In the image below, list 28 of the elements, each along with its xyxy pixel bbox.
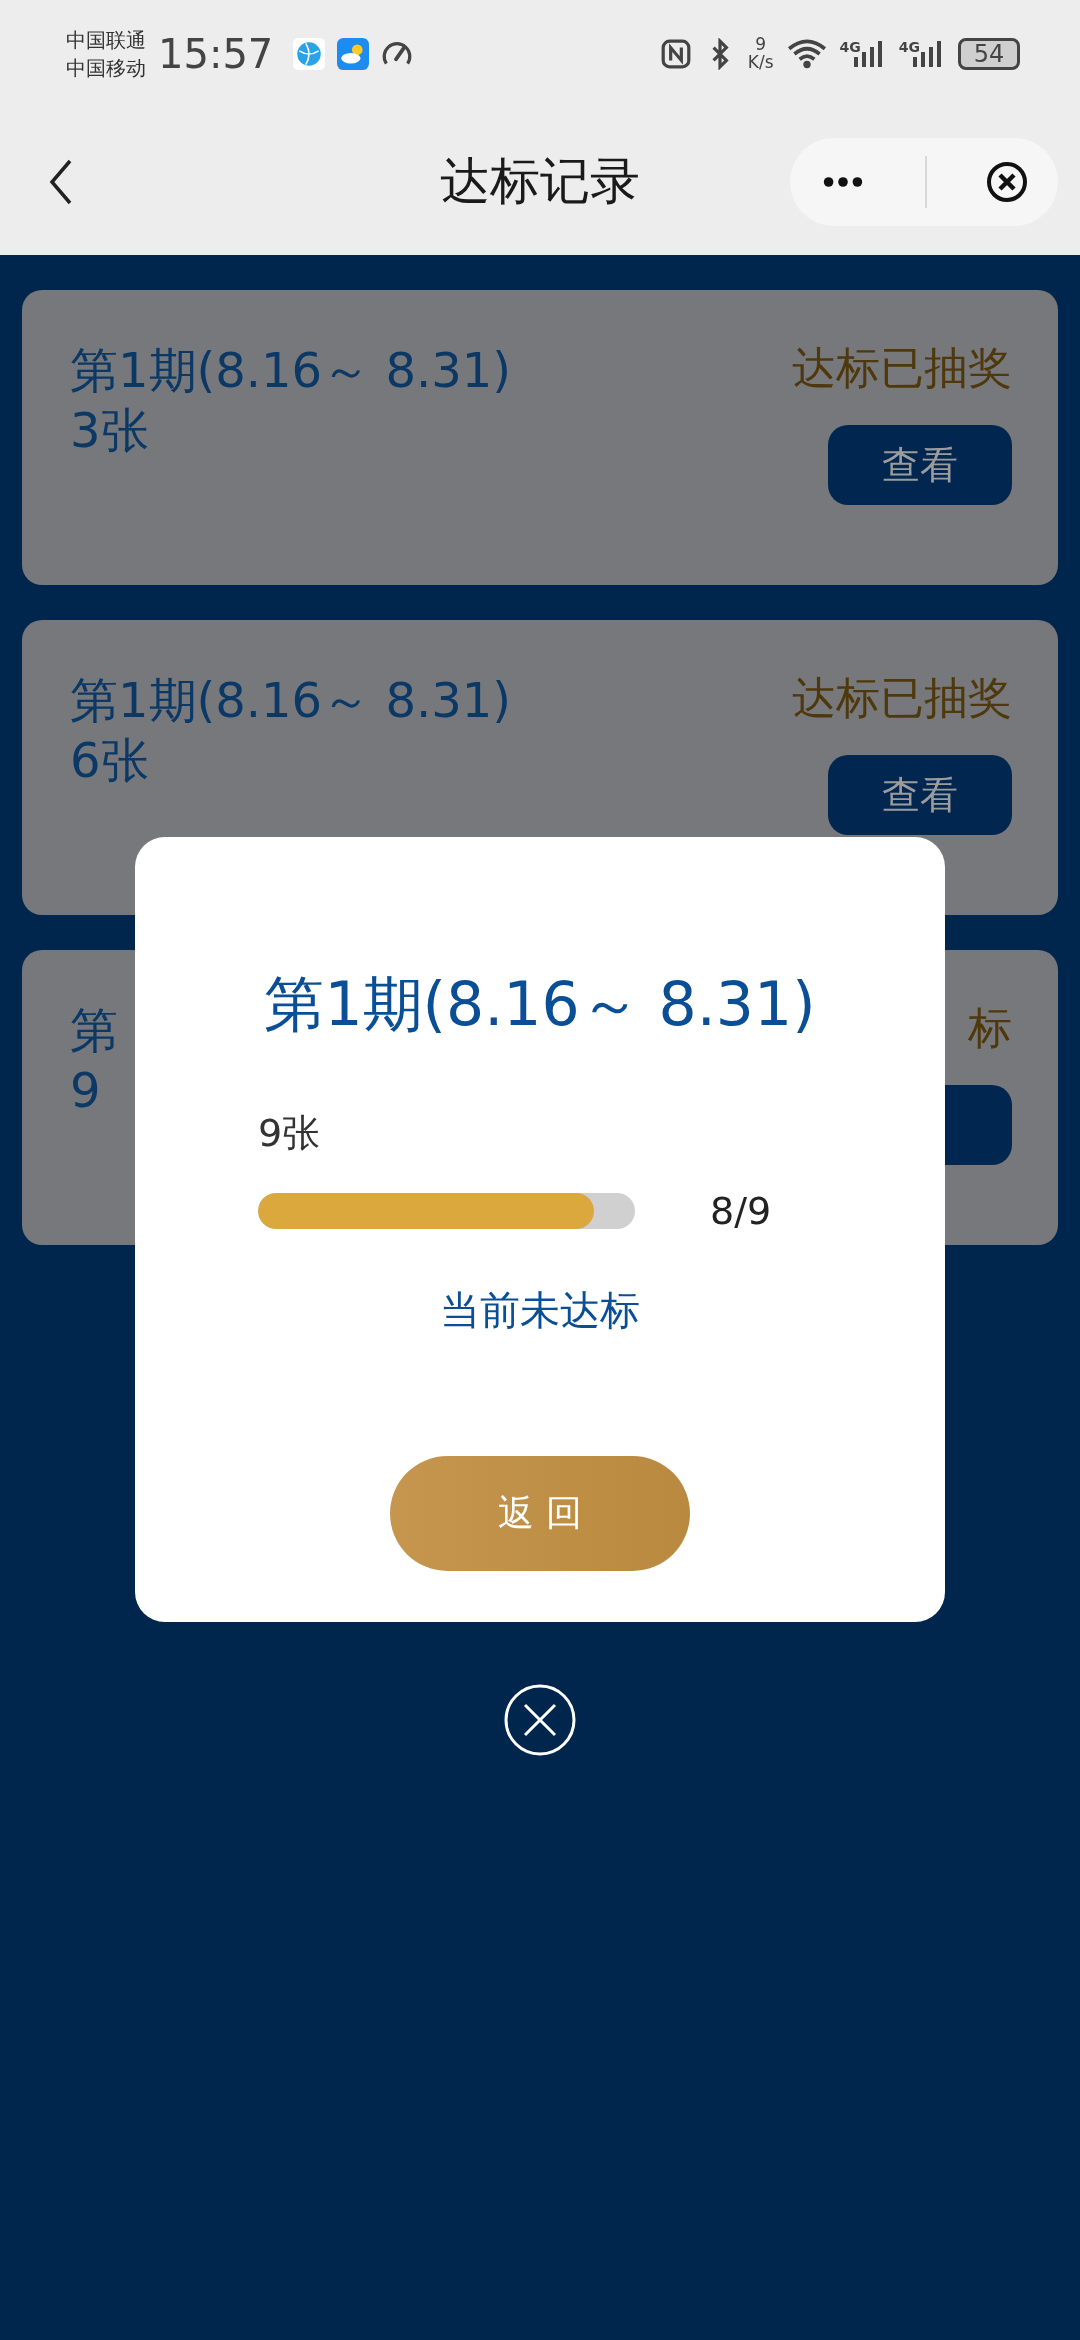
wifi-icon [785,38,828,70]
progress-reading: 8/9 [710,1189,772,1233]
status-message: 当前未达标 [440,1286,640,1335]
close-icon[interactable] [985,159,1029,204]
net-speed: 9 K/s [747,36,774,72]
view-button[interactable]: 查看 [828,425,1012,505]
view-button[interactable]: 查看 [828,755,1012,835]
ticket-count: 6张 [70,731,150,790]
carrier-name: 中国联通 [66,27,146,54]
period-title: 第 [70,1001,118,1060]
close-icon[interactable] [503,1683,577,1757]
status-label: 标 [968,1001,1012,1055]
status-label: 达标已抽奖 [792,341,1012,395]
status-label: 达标已抽奖 [792,671,1012,725]
carrier-name: 中国移动 [66,55,146,82]
return-button[interactable]: 返 回 [390,1456,690,1571]
battery-icon: 54 [958,38,1020,70]
ticket-count: 3张 [70,401,150,460]
globe-icon [293,38,326,70]
ticket-count: 9张 [258,1110,322,1157]
ticket-count: 9 [70,1061,102,1120]
nfc-icon [659,38,692,70]
page-title: 达标记录 [440,151,640,212]
weather-icon [337,38,370,70]
clock-time: 15:57 [158,31,274,77]
period-title: 第1期(8.16～ 8.31) [70,671,511,730]
dialog-title: 第1期(8.16～ 8.31) [264,968,816,1041]
period-title: 第1期(8.16～ 8.31) [70,341,511,400]
